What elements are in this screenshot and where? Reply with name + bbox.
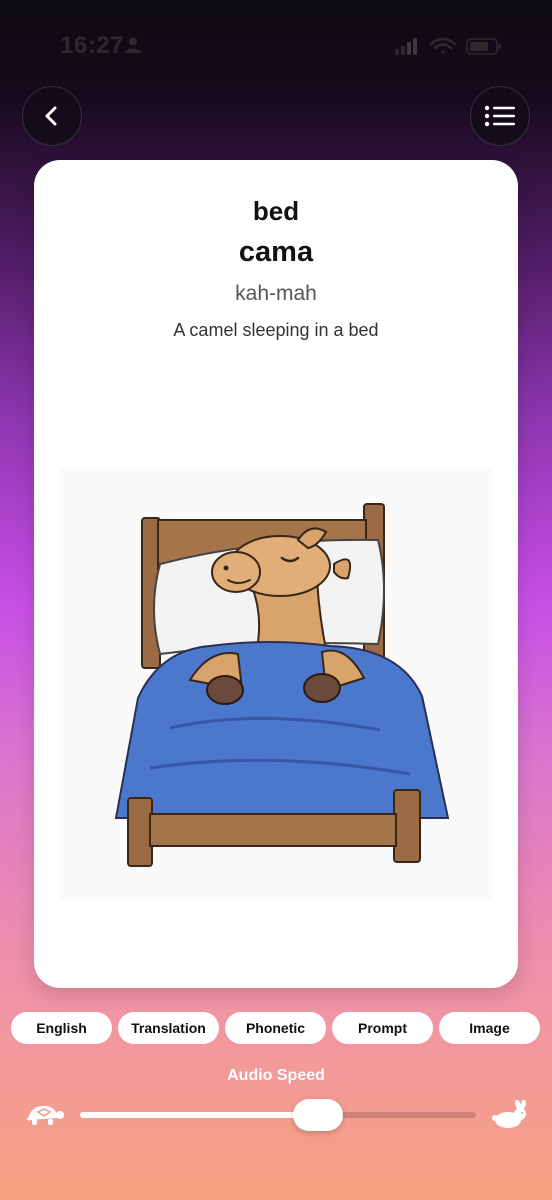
chevron-left-icon <box>45 106 57 126</box>
toggle-image-button[interactable]: Image <box>439 1012 540 1044</box>
audio-speed-track[interactable] <box>80 1112 476 1118</box>
person-icon <box>125 37 141 53</box>
toggle-prompt-button[interactable]: Prompt <box>332 1012 433 1044</box>
audio-speed-thumb[interactable] <box>292 1099 343 1131</box>
camel-in-bed-illustration <box>60 468 492 900</box>
signal-icon <box>395 38 417 55</box>
english-word: bed <box>252 196 300 226</box>
flash-card[interactable]: bed cama kah-mah A camel sleeping in a b… <box>34 160 518 988</box>
list-menu-button[interactable] <box>470 86 530 146</box>
wifi-icon <box>429 37 457 54</box>
list-icon <box>484 105 515 127</box>
audio-speed-label: Audio Speed <box>227 1067 325 1084</box>
back-button[interactable] <box>22 86 82 146</box>
audio-speed-fill <box>80 1112 318 1118</box>
battery-icon <box>466 38 501 55</box>
status-time: 16:27 <box>60 32 124 59</box>
prompt-text: A camel sleeping in a bed <box>173 320 379 340</box>
display-toggles: English Translation Phonetic Prompt Imag… <box>11 1012 541 1044</box>
turtle-icon <box>26 1106 64 1125</box>
translated-word: cama <box>238 236 314 268</box>
status-bar: 16:27 <box>0 0 552 90</box>
rabbit-icon <box>492 1100 526 1128</box>
phonetic-text: kah-mah <box>235 282 317 305</box>
toggle-english-button[interactable]: English <box>11 1012 112 1044</box>
toggle-phonetic-button[interactable]: Phonetic <box>225 1012 326 1044</box>
status-icons <box>395 37 501 55</box>
toggle-translation-button[interactable]: Translation <box>118 1012 219 1044</box>
